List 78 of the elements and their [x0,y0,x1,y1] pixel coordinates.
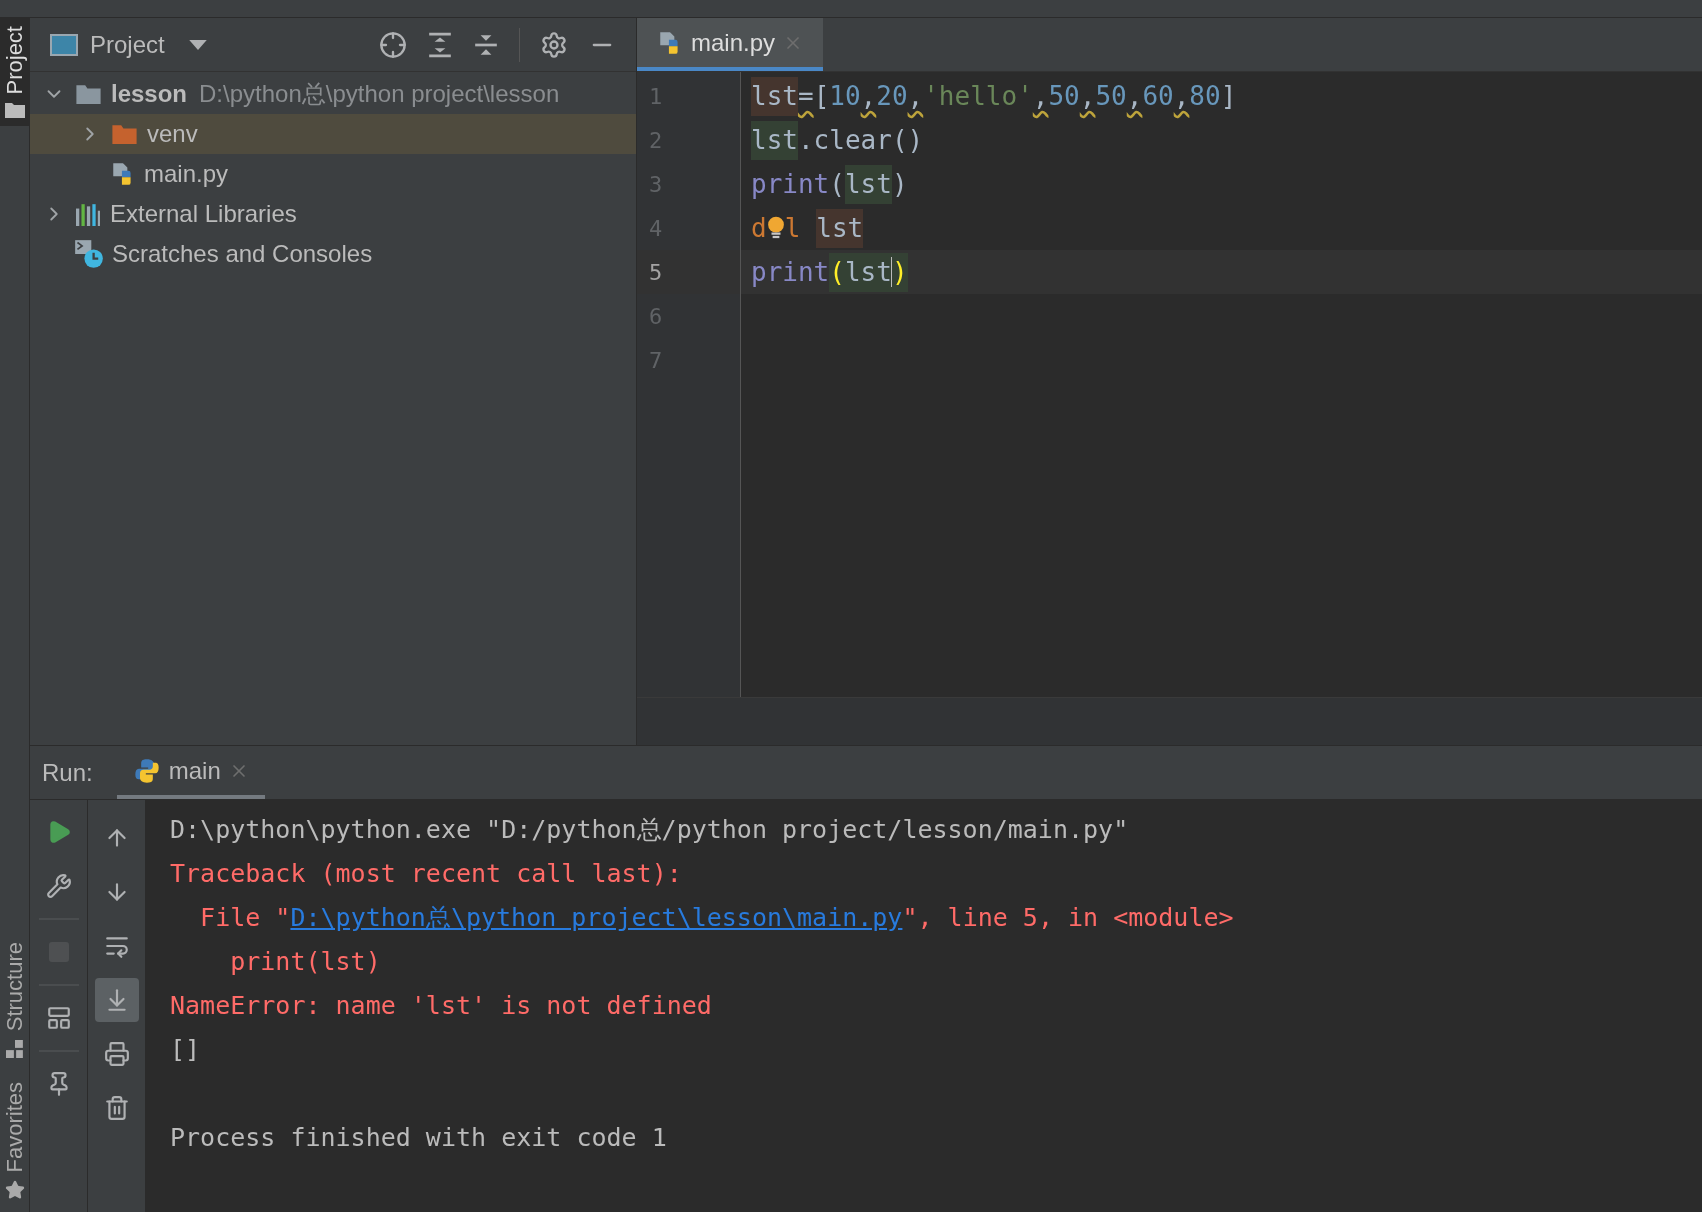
code-token: 10 [829,79,861,113]
code-token: , [1079,79,1096,113]
lightbulb-icon[interactable] [766,215,785,241]
code-token: d [751,211,767,245]
editor-tab[interactable]: main.py [637,18,824,71]
run-label: Run: [41,757,94,788]
structure-icon [5,1039,24,1058]
console-line: Traceback (most recent call last): [170,858,683,891]
console-line: print(lst) [229,946,382,979]
tree-item[interactable]: venv [30,114,636,154]
tree-path: D:\python总\python project\lesson [199,79,560,109]
code-token: 60 [1142,79,1174,113]
printer-icon[interactable] [103,1041,130,1067]
tree-item[interactable]: lesson D:\python总\python project\lesson [30,74,636,114]
code-token: l [784,211,801,245]
code-token: = [797,79,814,113]
code-token: ] [1220,79,1237,113]
tree-item[interactable]: External Libraries [30,194,636,234]
tree-item[interactable]: Scratches and Consoles [30,234,636,274]
trash-icon[interactable] [103,1095,130,1121]
code-token: 20 [876,79,908,113]
code-token: 50 [1048,79,1080,113]
expand-all-icon[interactable] [427,31,453,58]
tree-label: main.py [144,159,229,189]
code-token: , [907,79,924,113]
console-line: File "D:\python总\python project\lesson\main.py", line 5, in <module> [170,896,1702,940]
project-view-dropdown[interactable]: Project [50,26,207,63]
console-line: NameError: name 'lst' is not defined [170,990,713,1023]
code-token: print [751,255,830,289]
library-bars-icon [74,202,102,226]
code-token: 'hello' [923,79,1033,113]
code-token: ( [829,167,845,201]
python-icon [132,756,161,785]
text-cursor [890,257,893,287]
file-link[interactable]: D:\python总\python project\lesson\main.py [290,899,903,937]
code-token: , [860,79,877,113]
folder-icon [110,123,139,145]
code-token: , [1173,79,1190,113]
panel-title: Project [90,29,165,60]
tab-label: main.py [691,27,776,58]
tree-label: External Libraries [110,199,297,229]
settings-icon[interactable] [540,30,568,59]
code-token: 80 [1189,79,1221,113]
code-token: lst [751,120,798,160]
tree-item[interactable]: main.py [30,154,636,194]
wrench-icon[interactable] [45,873,72,899]
code-token: lst [751,76,798,116]
console-clock-icon [74,239,104,269]
tab-label: main [168,755,221,786]
console-line: D:\python\python.exe "D:/python总/python project/lesson/main.py" [170,814,1130,847]
code-token: lst [844,252,892,292]
dropdown-arrow-icon [188,39,207,50]
folder-icon [4,102,25,119]
code-token: .clear() [797,123,924,157]
code-token: lst [816,208,864,248]
toolbar-button[interactable] [94,978,139,1022]
tree-label: lesson [111,79,188,109]
side-tab[interactable]: Project [0,18,29,127]
star-icon [4,1180,25,1200]
window-icon [50,33,78,56]
side-tab[interactable]: Structure [0,930,29,1070]
layout-icon[interactable] [45,1005,72,1031]
tree-label: venv [147,119,198,149]
console-line: Process finished with exit code 1 [170,1122,668,1155]
line-number: 5 [649,258,663,287]
code-token: ) [891,167,908,201]
code-token: print [751,167,830,201]
console-line: [] [170,1034,202,1067]
side-tab[interactable]: Favorites [0,1069,29,1212]
locate-icon[interactable] [379,30,407,59]
code-token: [ [813,79,830,113]
code-token: lst [844,164,892,204]
folder-icon [74,83,103,105]
code-token: 50 [1095,79,1127,113]
tree-label: Scratches and Consoles [112,239,373,269]
code-token: , [1126,79,1143,113]
code-token: , [1032,79,1049,113]
code-token: ( [829,252,845,292]
